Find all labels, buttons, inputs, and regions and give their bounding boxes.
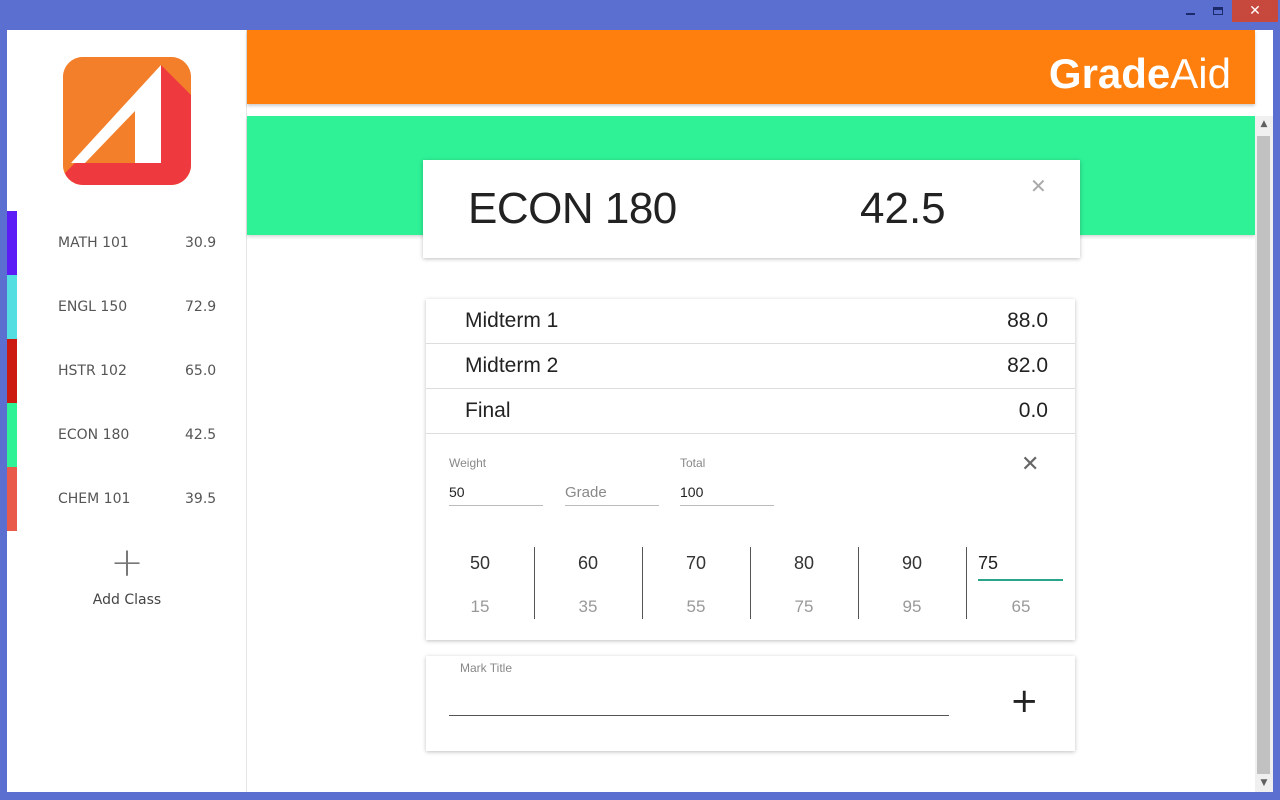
projection-column: 70 55 (642, 547, 750, 619)
scroll-up-arrow-icon[interactable]: ▲ (1255, 116, 1273, 133)
sidebar-class-item[interactable]: HSTR 102 65.0 (7, 339, 247, 403)
projection-grade: 70 (685, 553, 707, 573)
class-grade: 42.5 (860, 184, 946, 233)
class-name: HSTR 102 (58, 363, 127, 379)
custom-projection-input[interactable] (978, 547, 1063, 581)
projection-result: 15 (470, 597, 490, 616)
scroll-thumb[interactable] (1257, 136, 1270, 774)
mark-value: 82.0 (1007, 354, 1048, 377)
class-grade: 30.9 (185, 235, 217, 251)
projection-grade: 60 (577, 553, 599, 573)
mark-name: Midterm 1 (465, 309, 559, 332)
sidebar: MATH 101 30.9 ENGL 150 72.9 HSTR 102 65.0 ECON… (7, 30, 247, 792)
projection-column: 60 35 (534, 547, 642, 619)
class-name: ENGL 150 (58, 299, 128, 315)
add-class-plus-icon: + (110, 540, 144, 586)
sidebar-class-item[interactable]: MATH 101 30.9 (7, 211, 247, 275)
app-header: GradeAid (247, 30, 1255, 104)
add-mark-plus-icon[interactable]: + (1010, 681, 1039, 721)
logo-icon (63, 57, 191, 185)
minimize-icon (1185, 13, 1195, 15)
minimize-button[interactable] (1176, 0, 1204, 22)
class-name: MATH 101 (58, 235, 129, 251)
class-color-bar (7, 467, 17, 531)
projection-result: 75 (794, 597, 814, 616)
projection-grade: 90 (901, 553, 923, 573)
total-field: Total (680, 456, 774, 512)
weight-input[interactable] (449, 479, 543, 506)
custom-projection-column: 65 (967, 547, 1075, 619)
sidebar-class-item[interactable]: ENGL 150 72.9 (7, 275, 247, 339)
projection-column: 50 15 (426, 547, 534, 619)
brand-bold: Grade (1048, 50, 1171, 97)
class-grade: 72.9 (185, 299, 217, 315)
projection-result: 55 (686, 597, 706, 616)
weight-label: Weight (449, 456, 487, 470)
projection-grade: 80 (793, 553, 815, 573)
add-class-button[interactable]: + Add Class (7, 540, 247, 608)
projection-column: 90 95 (858, 547, 966, 619)
mark-title-input[interactable] (449, 682, 949, 716)
grade-projection-grid: 50 15 60 35 70 55 80 75 90 95 65 (426, 547, 1075, 619)
projection-column: 80 75 (750, 547, 858, 619)
scroll-down-arrow-icon[interactable]: ▼ (1255, 775, 1273, 792)
close-edit-icon[interactable]: ✕ (1021, 452, 1039, 477)
mark-row[interactable]: Final 0.0 (426, 389, 1075, 434)
class-summary-card: ECON 180 42.5 ✕ (423, 160, 1080, 258)
class-color-bar (7, 211, 17, 275)
class-color-bar (7, 275, 17, 339)
sidebar-class-item[interactable]: ECON 180 42.5 (7, 403, 247, 467)
add-class-label: Add Class (92, 592, 162, 608)
app-brand: GradeAid (1049, 44, 1231, 104)
weight-field: Weight (449, 456, 543, 512)
add-mark-card: Mark Title + (426, 656, 1075, 751)
custom-projection-result: 65 (1011, 597, 1031, 616)
brand-light: Aid (1170, 50, 1231, 97)
sidebar-class-item[interactable]: CHEM 101 39.5 (7, 467, 247, 531)
mark-list: Midterm 1 88.0 Midterm 2 82.0 Final 0.0 (426, 299, 1075, 434)
marks-card: Midterm 1 88.0 Midterm 2 82.0 Final 0.0 Weigh… (426, 299, 1075, 640)
class-grade: 39.5 (185, 491, 217, 507)
class-color-bar (7, 339, 17, 403)
mark-name: Midterm 2 (465, 354, 559, 377)
maximize-button[interactable] (1204, 0, 1232, 22)
total-input[interactable] (680, 479, 774, 506)
class-name: ECON 180 (58, 427, 130, 443)
class-color-bar (7, 403, 17, 467)
grade-field (565, 456, 659, 512)
mark-edit-panel: Weight Total ✕ 50 15 60 35 70 55 80 75 90 95 65 (426, 434, 1075, 640)
mark-value: 88.0 (1007, 309, 1048, 332)
app-client-area: MATH 101 30.9 ENGL 150 72.9 HSTR 102 65.0 ECON… (7, 30, 1273, 792)
total-label: Total (680, 456, 706, 470)
mark-row[interactable]: Midterm 2 82.0 (426, 344, 1075, 389)
gradeaid-logo (63, 57, 191, 185)
vertical-scrollbar[interactable]: ▲ ▼ (1255, 116, 1273, 792)
mark-row[interactable]: Midterm 1 88.0 (426, 299, 1075, 344)
projection-result: 35 (578, 597, 598, 616)
class-title: ECON 180 (468, 184, 677, 233)
class-grade: 42.5 (185, 427, 217, 443)
window-titlebar: ✕ (0, 0, 1280, 30)
grade-input[interactable] (565, 479, 659, 506)
projection-result: 95 (902, 597, 922, 616)
class-grade: 65.0 (185, 363, 217, 379)
close-class-icon[interactable]: ✕ (1030, 174, 1047, 198)
projection-grade: 50 (469, 553, 491, 573)
close-icon: ✕ (1249, 3, 1261, 19)
class-name: CHEM 101 (58, 491, 131, 507)
class-list: MATH 101 30.9 ENGL 150 72.9 HSTR 102 65.0 ECON… (7, 211, 247, 531)
maximize-icon (1213, 7, 1223, 15)
mark-value: 0.0 (1018, 399, 1048, 422)
close-window-button[interactable]: ✕ (1232, 0, 1278, 22)
mark-title-label: Mark Title (460, 661, 513, 675)
mark-name: Final (465, 399, 511, 422)
